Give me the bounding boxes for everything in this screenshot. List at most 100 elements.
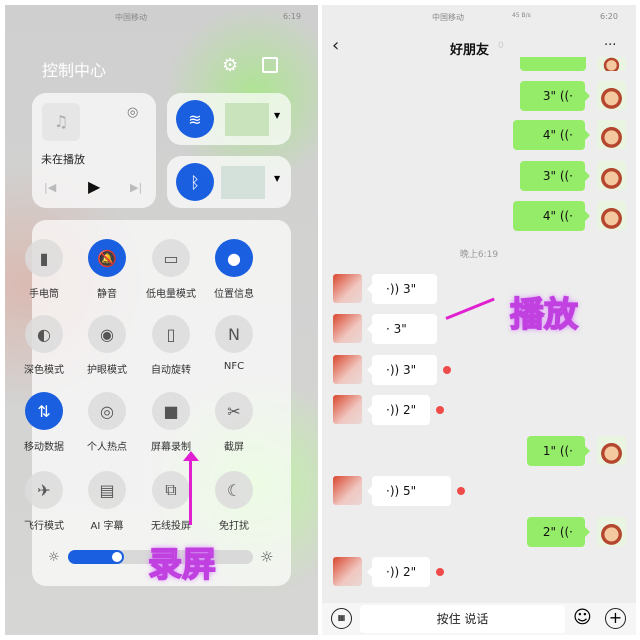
input-bar: ▦ 按住 说话 ☺ +	[322, 603, 636, 635]
voice-message-bubble[interactable]: ·)) 3"	[367, 355, 437, 385]
avatar[interactable]	[333, 355, 362, 384]
bluetooth-icon[interactable]: ᛒ	[176, 163, 214, 201]
toggle-label: 位置信息	[214, 289, 254, 300]
bluetooth-card[interactable]: ᛒ ▼	[167, 156, 291, 208]
chevron-down-icon[interactable]: ▼	[274, 174, 280, 183]
audio-output-icon[interactable]: ◎	[127, 105, 138, 120]
more-icon[interactable]: ···	[604, 38, 616, 53]
moon-icon[interactable]: ☾	[215, 471, 253, 509]
annotation-label: 播放	[509, 294, 579, 336]
bluetooth-name-blurred	[221, 166, 265, 199]
toggles-panel: ▮ 手电筒 🔕 静音 ▭ 低电量模式 ● 位置信息 ◐ 深色模式 ◉ 护眼模式 ▯ 自动旋转 N NFC ⇅ 移动…	[24, 220, 291, 586]
voice-message-bubble[interactable]: 1" ((·	[527, 436, 590, 466]
previous-icon[interactable]: |◀	[44, 181, 56, 194]
cast-icon[interactable]: ⧉	[152, 471, 190, 509]
timestamp: 晚上6:19	[459, 250, 499, 260]
avatar	[597, 57, 626, 71]
avatar[interactable]	[597, 201, 626, 230]
next-icon[interactable]: ▶|	[130, 181, 142, 194]
hotspot-icon[interactable]: ◎	[88, 392, 126, 430]
voice-message-bubble[interactable]: 2" ((·	[527, 517, 590, 547]
wifi-card[interactable]: ≋ ▼	[167, 93, 291, 145]
voice-message-bubble[interactable]: ·)) 3"	[367, 274, 437, 304]
caption-icon[interactable]: ▤	[88, 471, 126, 509]
toggle-label: 无线投屏	[151, 521, 191, 532]
arrow-head	[183, 451, 199, 461]
voice-message-bubble[interactable]: 3" ((·	[520, 81, 590, 111]
unread-dot	[457, 487, 465, 495]
toggle-label: 自动旋转	[151, 365, 191, 376]
brightness-high-icon: ☼	[260, 548, 274, 566]
play-icon[interactable]: ▶	[88, 177, 100, 196]
avatar[interactable]	[597, 517, 626, 546]
unread-dot	[436, 406, 444, 414]
avatar[interactable]	[597, 161, 626, 190]
wifi-name-blurred	[225, 103, 269, 136]
music-note-icon: ♫	[42, 103, 80, 141]
voice-message-bubble[interactable]: · 3"	[367, 314, 437, 344]
unread-dot	[436, 568, 444, 576]
unread-dot	[443, 366, 451, 374]
chevron-down-icon[interactable]: ▼	[274, 111, 280, 120]
voice-message-bubble[interactable]: 4" ((·	[513, 120, 590, 150]
toggle-label: 截屏	[224, 442, 244, 453]
network-speed: 45 B/s	[512, 12, 531, 19]
page-title: 控制中心	[42, 61, 107, 80]
emoji-icon[interactable]: ☺	[573, 607, 592, 628]
message-bubble-partial	[520, 57, 586, 71]
avatar[interactable]	[333, 476, 362, 505]
avatar[interactable]	[333, 557, 362, 586]
toggle-label: AI 字幕	[90, 521, 124, 532]
voice-message-bubble[interactable]: ·)) 5"	[367, 476, 451, 506]
toggle-label: 护眼模式	[87, 365, 127, 376]
toggle-label: 免打扰	[219, 521, 249, 532]
annotation-label: 录屏	[147, 544, 217, 586]
eye-icon[interactable]: ◉	[88, 315, 126, 353]
back-icon[interactable]: ‹	[332, 35, 339, 56]
airplane-icon[interactable]: ✈	[25, 471, 63, 509]
voice-message-bubble[interactable]: 3" ((·	[520, 161, 590, 191]
avatar[interactable]	[597, 81, 626, 110]
nfc-icon[interactable]: N	[215, 315, 253, 353]
screenshot-icon[interactable]: ✂	[215, 392, 253, 430]
brightness-low-icon: ☼	[48, 550, 60, 565]
voice-message-bubble[interactable]: ·)) 2"	[367, 395, 430, 425]
media-card[interactable]: ♫ ◎ 未在播放 |◀ ▶ ▶|	[32, 93, 156, 208]
location-pin-icon[interactable]: ●	[215, 239, 253, 277]
mobile-data-icon[interactable]: ⇅	[25, 392, 63, 430]
battery-icon[interactable]: ▭	[152, 239, 190, 277]
annotation-arrow	[189, 457, 192, 525]
keyboard-icon[interactable]: ▦	[331, 608, 352, 629]
control-center-screen: 中国移动 6:19 控制中心 ⚙ ♫ ◎ 未在播放 |◀ ▶ ▶| ≋ ▼ ᛒ …	[5, 5, 318, 635]
flashlight-icon[interactable]: ▮	[25, 239, 63, 277]
toggle-label: 深色模式	[24, 365, 64, 376]
dark-mode-icon[interactable]: ◐	[25, 315, 63, 353]
wifi-icon[interactable]: ≋	[176, 100, 214, 138]
avatar[interactable]	[333, 314, 362, 343]
toggle-label: NFC	[223, 361, 245, 372]
avatar[interactable]	[597, 120, 626, 149]
chat-title: 好朋友	[450, 43, 490, 58]
toggle-label: 手电筒	[29, 289, 59, 300]
avatar[interactable]	[333, 395, 362, 424]
bell-off-icon[interactable]: 🔕	[88, 239, 126, 277]
carrier: 中国移动	[432, 13, 464, 22]
edit-icon[interactable]	[262, 57, 278, 73]
voice-message-bubble[interactable]: 4" ((·	[513, 201, 590, 231]
clock: 6:19	[283, 12, 301, 21]
toggle-label: 飞行模式	[24, 521, 64, 532]
toggle-label: 低电量模式	[146, 289, 196, 300]
gear-icon[interactable]: ⚙	[222, 55, 238, 76]
annotation-arrow	[445, 297, 495, 320]
avatar[interactable]	[333, 274, 362, 303]
voice-message-bubble[interactable]: ·)) 2"	[367, 557, 430, 587]
media-status: 未在播放	[41, 153, 85, 166]
hold-to-talk-button[interactable]: 按住 说话	[360, 605, 565, 633]
clock: 6:20	[600, 12, 618, 21]
title-suffix: 0	[498, 41, 504, 51]
carrier: 中国移动	[115, 13, 147, 22]
avatar[interactable]	[597, 436, 626, 465]
rotate-icon[interactable]: ▯	[152, 315, 190, 353]
plus-icon[interactable]: +	[605, 608, 626, 629]
screen-record-icon[interactable]: ■	[152, 392, 190, 430]
